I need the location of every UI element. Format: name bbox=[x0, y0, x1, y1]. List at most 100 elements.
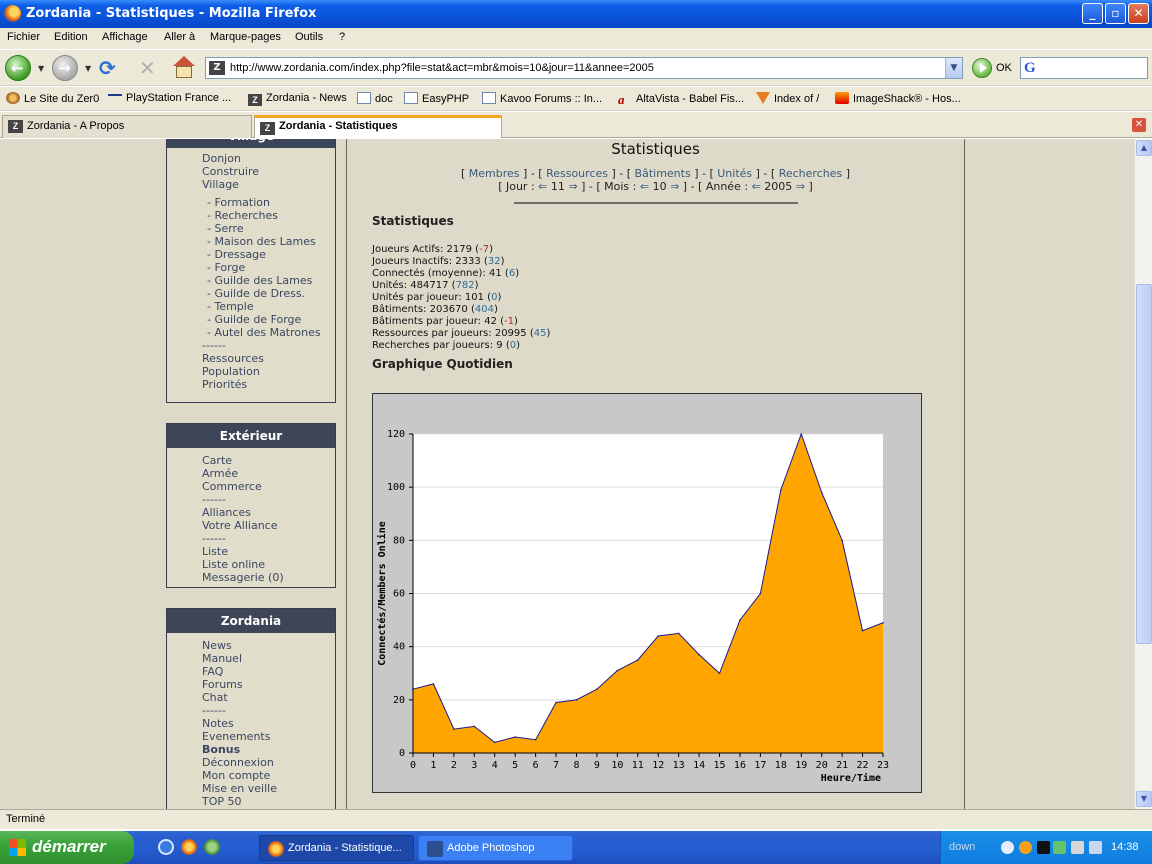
firefox-quicklaunch-icon[interactable] bbox=[181, 839, 197, 855]
sidebar-sublink[interactable]: - Autel des Matrones bbox=[202, 326, 335, 339]
sidebar-link[interactable]: Donjon bbox=[202, 152, 335, 165]
maximize-button[interactable]: ▫ bbox=[1105, 3, 1126, 24]
menu-help[interactable]: ? bbox=[339, 31, 345, 43]
sidebar-sublink[interactable]: - Recherches bbox=[202, 209, 335, 222]
bookmark-item[interactable]: PlayStation France ... bbox=[108, 92, 231, 104]
nav-membres-link[interactable]: Membres bbox=[469, 167, 520, 180]
google-icon[interactable]: G bbox=[1024, 60, 1042, 76]
back-history-dropdown[interactable]: ▼ bbox=[38, 64, 44, 73]
sidebar-sublink[interactable]: - Temple bbox=[202, 300, 335, 313]
menu-fichier[interactable]: Fichier bbox=[7, 31, 40, 43]
sidebar-link[interactable]: Alliances bbox=[202, 506, 335, 519]
sidebar-link[interactable]: Bonus bbox=[202, 743, 335, 756]
sidebar-link[interactable]: News bbox=[202, 639, 335, 652]
nav-ressources-link[interactable]: Ressources bbox=[546, 167, 608, 180]
sidebar-link[interactable]: Village bbox=[202, 178, 335, 191]
sidebar-link[interactable]: Votre Alliance bbox=[202, 519, 335, 532]
bookmark-item[interactable]: doc bbox=[357, 92, 393, 105]
sidebar-sublink[interactable]: - Formation bbox=[202, 196, 335, 209]
close-tab-icon[interactable]: ✕ bbox=[1132, 118, 1146, 132]
url-dropdown-button[interactable]: ▼ bbox=[945, 58, 962, 78]
sidebar-link[interactable]: Manuel bbox=[202, 652, 335, 665]
task-firefox[interactable]: Zordania - Statistique... bbox=[259, 835, 414, 861]
sidebar-link[interactable]: Armée bbox=[202, 467, 335, 480]
sidebar-link[interactable]: Forums bbox=[202, 678, 335, 691]
sidebar-sublink[interactable]: - Forge bbox=[202, 261, 335, 274]
sidebar-sublink[interactable]: - Maison des Lames bbox=[202, 235, 335, 248]
bookmark-item[interactable]: Z Zordania - News bbox=[248, 92, 347, 106]
tray-network-icon[interactable] bbox=[1053, 841, 1066, 854]
sidebar-link[interactable]: Ressources bbox=[202, 352, 335, 365]
sidebar-sublink[interactable]: - Guilde de Forge bbox=[202, 313, 335, 326]
nav-recherches-link[interactable]: Recherches bbox=[779, 167, 843, 180]
sidebar-link[interactable]: Liste bbox=[202, 545, 335, 558]
next-month-arrow-icon[interactable]: ⇒ bbox=[670, 180, 679, 193]
bookmark-item[interactable]: a AltaVista - Babel Fis... bbox=[618, 92, 744, 107]
sidebar-link[interactable]: Population bbox=[202, 365, 335, 378]
address-bar[interactable]: Z http://www.zordania.com/index.php?file… bbox=[205, 57, 963, 79]
reload-icon[interactable]: ⟳ bbox=[99, 56, 125, 80]
sidebar-link[interactable]: Liste online bbox=[202, 558, 335, 571]
sidebar-link[interactable]: Déconnexion bbox=[202, 756, 335, 769]
home-icon[interactable] bbox=[171, 56, 197, 80]
sidebar-sublink[interactable]: - Guilde de Dress. bbox=[202, 287, 335, 300]
close-button[interactable]: ✕ bbox=[1128, 3, 1149, 24]
bookmark-item[interactable]: ImageShack® - Hos... bbox=[835, 92, 961, 105]
sidebar-link[interactable]: Messagerie (0) bbox=[202, 571, 335, 584]
tab-a-propos[interactable]: Z Zordania - A Propos bbox=[2, 115, 252, 138]
go-icon[interactable] bbox=[972, 58, 992, 78]
bookmark-item[interactable]: Kavoo Forums :: In... bbox=[482, 92, 602, 105]
tray-app-icon[interactable] bbox=[1019, 841, 1032, 854]
search-input[interactable]: G bbox=[1020, 57, 1148, 79]
nav-unites-link[interactable]: Unités bbox=[717, 167, 752, 180]
sidebar-link[interactable]: Mise en veille bbox=[202, 782, 335, 795]
tray-expand-icon[interactable] bbox=[1001, 841, 1014, 854]
prev-day-arrow-icon[interactable]: ⇐ bbox=[538, 180, 547, 193]
sidebar-link[interactable]: Mon compte bbox=[202, 769, 335, 782]
sidebar-link[interactable]: Construire bbox=[202, 165, 335, 178]
bookmark-item[interactable]: EasyPHP bbox=[404, 92, 469, 105]
prev-year-arrow-icon[interactable]: ⇐ bbox=[752, 180, 761, 193]
next-year-arrow-icon[interactable]: ⇒ bbox=[796, 180, 805, 193]
sidebar-sublink[interactable]: - Serre bbox=[202, 222, 335, 235]
sidebar-link[interactable]: TOP 50 bbox=[202, 795, 335, 808]
stop-icon[interactable]: ✕ bbox=[139, 56, 163, 80]
tray-app-icon[interactable] bbox=[1071, 841, 1084, 854]
menu-outils[interactable]: Outils bbox=[295, 31, 323, 43]
sidebar-sublink[interactable]: - Guilde des Lames bbox=[202, 274, 335, 287]
scroll-thumb[interactable] bbox=[1136, 284, 1152, 644]
menu-aller[interactable]: Aller à bbox=[164, 31, 195, 43]
menu-affichage[interactable]: Affichage bbox=[102, 31, 148, 43]
url-text[interactable]: http://www.zordania.com/index.php?file=s… bbox=[230, 62, 654, 74]
menu-marque-pages[interactable]: Marque-pages bbox=[210, 31, 281, 43]
menu-edition[interactable]: Edition bbox=[54, 31, 88, 43]
task-photoshop[interactable]: Adobe Photoshop bbox=[418, 835, 573, 861]
next-day-arrow-icon[interactable]: ⇒ bbox=[568, 180, 577, 193]
forward-button[interactable]: → bbox=[52, 55, 78, 81]
go-label[interactable]: OK bbox=[996, 62, 1012, 74]
ie-quicklaunch-icon[interactable] bbox=[158, 839, 174, 855]
prev-month-arrow-icon[interactable]: ⇐ bbox=[640, 180, 649, 193]
app-quicklaunch-icon[interactable] bbox=[204, 839, 220, 855]
tab-statistiques[interactable]: Z Zordania - Statistiques bbox=[254, 115, 502, 138]
bookmark-item[interactable]: Le Site du Zer0 bbox=[6, 92, 99, 105]
vertical-scrollbar[interactable]: ▲ ▼ bbox=[1134, 139, 1152, 809]
sidebar-link[interactable]: Chat bbox=[202, 691, 335, 704]
sidebar-sublink[interactable]: - Dressage bbox=[202, 248, 335, 261]
forward-history-dropdown[interactable]: ▼ bbox=[85, 64, 91, 73]
sidebar-link[interactable]: FAQ bbox=[202, 665, 335, 678]
sidebar-link[interactable]: Evenements bbox=[202, 730, 335, 743]
sidebar-link[interactable]: Notes bbox=[202, 717, 335, 730]
scroll-down-icon[interactable]: ▼ bbox=[1136, 791, 1152, 807]
scroll-up-icon[interactable]: ▲ bbox=[1136, 140, 1152, 156]
sidebar-link[interactable]: Carte bbox=[202, 454, 335, 467]
bookmark-item[interactable]: Index of / bbox=[756, 92, 819, 105]
sidebar-link[interactable]: Priorités bbox=[202, 378, 335, 391]
minimize-button[interactable]: _ bbox=[1082, 3, 1103, 24]
start-button[interactable]: démarrer bbox=[0, 831, 134, 864]
nav-batiments-link[interactable]: Bâtiments bbox=[635, 167, 691, 180]
back-button[interactable]: ← bbox=[5, 55, 31, 81]
tray-app-icon[interactable] bbox=[1037, 841, 1050, 854]
tray-volume-icon[interactable] bbox=[1089, 841, 1102, 854]
sidebar-link[interactable]: Commerce bbox=[202, 480, 335, 493]
